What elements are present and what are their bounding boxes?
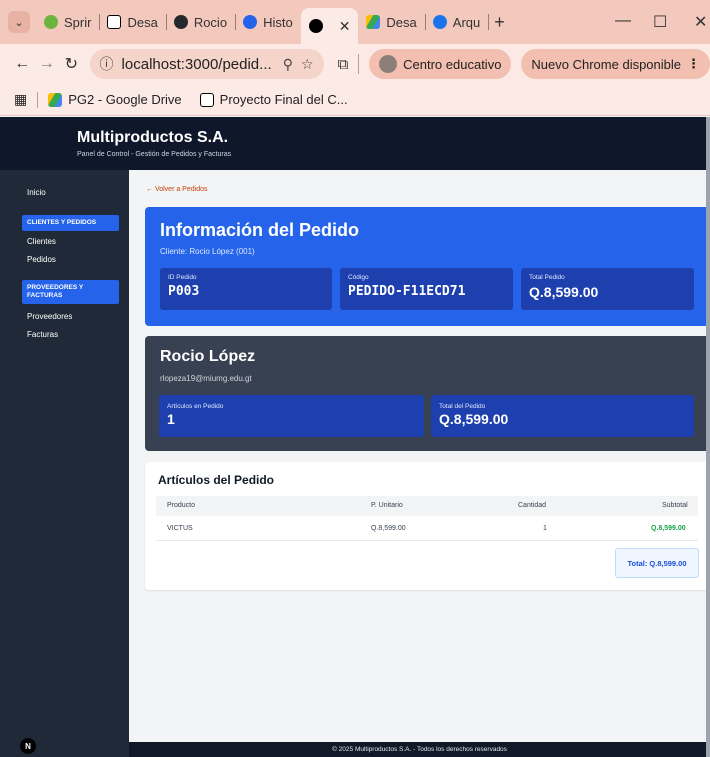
profile-button[interactable]: Centro educativo [369, 49, 512, 79]
order-total-box: Total Pedido Q.8,599.00 [521, 268, 694, 310]
browser-tab[interactable]: Desa [358, 8, 426, 36]
customer-email: rlopeza19@miumg.edu.gt [160, 374, 252, 383]
column-header-unitario: P. Unitario [371, 502, 403, 509]
close-window-icon[interactable]: ✕ [694, 12, 707, 32]
row-divider [156, 540, 698, 541]
browser-tab[interactable]: Rocio [166, 8, 237, 36]
order-code-label: Código [348, 274, 369, 281]
extensions-icon[interactable]: ⧉ [338, 56, 349, 73]
maximize-icon[interactable]: ☐ [653, 12, 667, 32]
google-drive-icon [48, 92, 63, 107]
minimize-icon[interactable]: — [615, 12, 631, 30]
items-total-badge: Total: Q.8,599.00 [615, 548, 699, 578]
page-footer: © 2025 Multiproductos S.A. - Todos los d… [129, 742, 710, 757]
browser-tab-bar: ⌄ Sprir Desa Rocio Histo ✕ Desa Arqu + —… [0, 0, 710, 44]
sidebar-group-proveedores-facturas: PROVEEDORES Y FACTURAS [22, 280, 119, 304]
order-total-value: Q.8,599.00 [529, 284, 599, 300]
browser-address-bar: ← → ↻ ⓘ localhost:3000/pedid... ⚲ ☆ ⧉ Ce… [0, 44, 710, 84]
close-tab-icon[interactable]: ✕ [339, 18, 351, 35]
order-id-value: P003 [168, 284, 200, 299]
tab-search-chevron-icon[interactable]: ⌄ [8, 11, 30, 33]
bookmark-item[interactable]: Proyecto Final del C... [199, 92, 348, 107]
order-items-title: Artículos del Pedido [158, 473, 275, 487]
kebab-menu-icon[interactable]: ⋮ [687, 56, 700, 72]
cell-producto: VICTUS [167, 525, 193, 532]
scrollbar[interactable] [706, 117, 710, 757]
reload-icon[interactable]: ↻ [59, 54, 84, 74]
notion-icon [107, 15, 122, 29]
sidebar-item-facturas[interactable]: Facturas [27, 330, 58, 339]
column-header-producto: Producto [167, 502, 196, 509]
items-count-box: Artículos en Pedido 1 [159, 395, 424, 437]
order-code-value: PEDIDO-F11ECD71 [348, 284, 466, 299]
customer-total-value: Q.8,599.00 [439, 411, 509, 427]
items-count-label: Artículos en Pedido [167, 403, 224, 410]
order-code-box: Código PEDIDO-F11ECD71 [340, 268, 513, 310]
sidebar-group-clientes-pedidos: CLIENTES Y PEDIDOS [22, 215, 119, 231]
avatar [379, 55, 398, 73]
apps-grid-icon[interactable]: ▦ [14, 91, 27, 108]
app-icon [432, 15, 447, 29]
order-id-label: ID Pedido [168, 274, 197, 281]
zoom-icon[interactable]: ⚲ [283, 56, 293, 73]
column-header-cantidad: Cantidad [518, 502, 547, 509]
items-count-value: 1 [167, 411, 175, 427]
back-to-orders-link[interactable]: ← Volver a Pedidos [146, 186, 207, 193]
cell-unitario: Q.8,599.00 [371, 525, 406, 532]
customer-total-box: Total del Pedido Q.8,599.00 [431, 395, 694, 437]
new-tab-icon[interactable]: + [494, 12, 505, 33]
url-input[interactable]: ⓘ localhost:3000/pedid... ⚲ ☆ [89, 49, 324, 79]
browser-tab[interactable]: Histo [235, 8, 301, 36]
nextjs-badge[interactable]: N [20, 738, 36, 754]
browser-tab[interactable]: Desa [99, 8, 167, 36]
cell-cantidad: 1 [543, 525, 547, 532]
back-icon[interactable]: ← [10, 55, 35, 73]
order-id-box: ID Pedido P003 [160, 268, 332, 310]
bookmark-item[interactable]: PG2 - Google Drive [48, 92, 182, 107]
order-total-label: Total Pedido [529, 274, 565, 281]
app-title: Multiproductos S.A. [77, 129, 229, 146]
app-subtitle: Panel de Control - Gestión de Pedidos y … [77, 151, 232, 158]
github-icon [173, 15, 188, 29]
notion-icon [199, 92, 214, 107]
vercel-icon [308, 19, 323, 33]
bookmark-star-icon[interactable]: ☆ [301, 56, 314, 73]
order-client-line: Cliente: Rocio López (001) [160, 247, 255, 256]
order-info-title: Información del Pedido [160, 220, 360, 240]
bookmarks-bar: ▦ PG2 - Google Drive Proyecto Final del … [0, 84, 710, 116]
info-icon[interactable]: ⓘ [100, 54, 114, 74]
browser-tab-active[interactable]: ✕ [300, 8, 359, 44]
spring-icon [44, 15, 58, 29]
column-header-subtotal: Subtotal [662, 502, 688, 509]
app-header: Multiproductos S.A. Panel de Control - G… [0, 117, 710, 170]
sidebar-item-clientes[interactable]: Clientes [27, 237, 56, 246]
browser-tab[interactable]: Arqu [425, 8, 490, 36]
google-drive-icon [366, 15, 381, 29]
browser-tab[interactable]: Sprir [36, 8, 101, 36]
customer-total-label: Total del Pedido [439, 403, 486, 410]
customer-name: Rocio López [160, 348, 256, 365]
app-icon [243, 15, 258, 29]
forward-icon[interactable]: → [35, 55, 60, 73]
chrome-update-button[interactable]: Nuevo Chrome disponible ⋮ [521, 49, 710, 79]
sidebar-item-proveedores[interactable]: Proveedores [27, 312, 72, 321]
sidebar-item-pedidos[interactable]: Pedidos [27, 255, 56, 264]
table-header [156, 496, 698, 516]
sidebar [0, 170, 129, 757]
cell-subtotal: Q.8,599.00 [651, 525, 686, 532]
sidebar-item-inicio[interactable]: Inicio [27, 188, 46, 197]
